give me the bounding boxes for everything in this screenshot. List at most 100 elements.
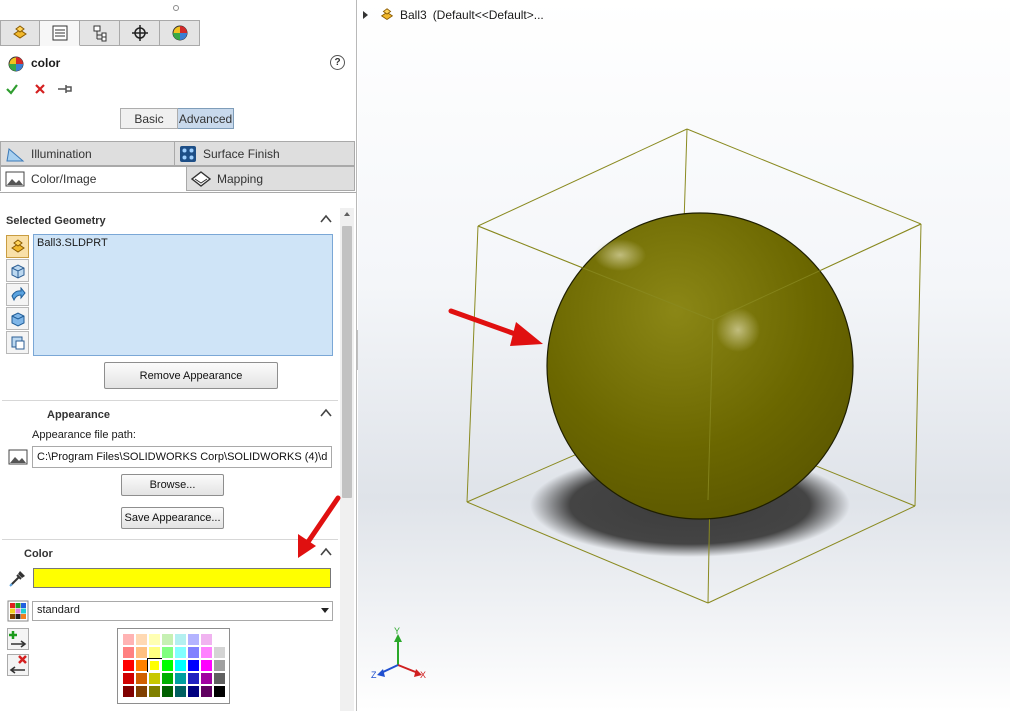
tab-property-manager[interactable] <box>40 20 80 46</box>
color-swatch[interactable] <box>122 646 135 659</box>
cancel-x-icon[interactable] <box>33 82 47 96</box>
color-swatch[interactable] <box>122 672 135 685</box>
component-icon <box>11 336 24 349</box>
color-swatch[interactable] <box>174 659 187 672</box>
color-swatch[interactable] <box>213 646 226 659</box>
tab-feature-manager[interactable] <box>0 20 40 46</box>
annotation-arrow <box>298 495 341 558</box>
select-component-button[interactable] <box>6 331 29 354</box>
color-swatch[interactable] <box>135 672 148 685</box>
ok-check-icon[interactable] <box>5 82 19 96</box>
list-item[interactable]: Ball3.SLDPRT <box>37 237 329 249</box>
browse-button[interactable]: Browse... <box>121 474 224 496</box>
pushpin-icon[interactable] <box>57 82 73 96</box>
color-swatch[interactable] <box>187 685 200 698</box>
tab-configuration-manager[interactable] <box>80 20 120 46</box>
color-swatch[interactable] <box>187 646 200 659</box>
color-swatch[interactable] <box>200 659 213 672</box>
color-swatch[interactable] <box>161 672 174 685</box>
appearance-header: Appearance <box>47 409 110 421</box>
subtab-row-1: Illumination Surface Finish <box>0 141 356 166</box>
scroll-thumb[interactable] <box>342 226 352 498</box>
current-color-swatch[interactable] <box>33 568 331 588</box>
save-appearance-button[interactable]: Save Appearance... <box>121 507 224 529</box>
graphics-viewport[interactable]: Ball3 (Default<<Default>... Y X Z <box>358 0 1010 711</box>
color-palette-dropdown[interactable]: standard <box>32 601 333 621</box>
tab-dim-xpert-manager[interactable] <box>120 20 160 46</box>
chevron-down-icon <box>321 608 329 613</box>
part-icon <box>13 25 27 39</box>
color-swatch[interactable] <box>122 685 135 698</box>
basic-advanced-toggle: Basic Advanced <box>120 108 234 129</box>
color-swatch[interactable] <box>135 685 148 698</box>
color-swatch[interactable] <box>187 659 200 672</box>
illumination-icon <box>6 147 25 161</box>
select-feature-button[interactable] <box>6 283 29 306</box>
scroll-up-arrow-icon[interactable] <box>344 212 350 216</box>
color-swatch[interactable] <box>161 659 174 672</box>
color-swatch-grid <box>117 628 230 704</box>
color-swatch[interactable] <box>148 633 161 646</box>
color-swatch[interactable] <box>200 672 213 685</box>
color-swatch[interactable] <box>174 646 187 659</box>
color-palette-icon[interactable] <box>7 600 29 622</box>
tab-illumination[interactable]: Illumination <box>0 141 175 166</box>
remove-appearance-button[interactable]: Remove Appearance <box>104 362 278 389</box>
color-swatch[interactable] <box>135 646 148 659</box>
color-swatch[interactable] <box>174 672 187 685</box>
color-swatch[interactable] <box>187 672 200 685</box>
select-part-button[interactable] <box>6 235 29 258</box>
panel-grip-handle[interactable] <box>173 5 179 11</box>
color-swatch[interactable] <box>213 685 226 698</box>
appearance-path-label: Appearance file path: <box>32 429 136 441</box>
color-swatch[interactable] <box>213 633 226 646</box>
tab-surface-finish[interactable]: Surface Finish <box>174 141 355 166</box>
color-swatch[interactable] <box>213 659 226 672</box>
help-icon[interactable]: ? <box>330 55 345 70</box>
configuration-icon <box>93 25 106 42</box>
ball-highlight <box>594 239 646 271</box>
select-face-button[interactable] <box>6 307 29 330</box>
color-swatch[interactable] <box>161 646 174 659</box>
color-swatch[interactable] <box>122 633 135 646</box>
triad-z-label: Z <box>371 670 377 680</box>
eyedropper-icon[interactable] <box>8 568 28 588</box>
color-swatch[interactable] <box>200 685 213 698</box>
color-swatch[interactable] <box>135 633 148 646</box>
color-swatch[interactable] <box>161 633 174 646</box>
selected-geometry-list[interactable]: Ball3.SLDPRT <box>33 234 333 356</box>
group-divider <box>2 400 338 401</box>
model-scene: Y X Z <box>371 128 922 680</box>
color-swatch[interactable] <box>148 646 161 659</box>
panel-scrollbar[interactable] <box>340 208 354 711</box>
collapse-chevron-icon[interactable] <box>320 408 332 418</box>
color-swatch[interactable] <box>200 633 213 646</box>
appearance-path-field[interactable] <box>32 446 332 468</box>
color-swatch[interactable] <box>213 672 226 685</box>
tab-color-image[interactable]: Color/Image <box>0 166 187 191</box>
remove-swatch-icon[interactable] <box>7 654 29 676</box>
basic-mode-button[interactable]: Basic <box>120 108 178 129</box>
ball-sphere[interactable] <box>546 212 854 520</box>
color-swatch[interactable] <box>147 658 162 673</box>
image-file-icon <box>8 449 28 465</box>
select-body-button[interactable] <box>6 259 29 282</box>
collapse-chevron-icon[interactable] <box>320 214 332 224</box>
tab-mapping[interactable]: Mapping <box>186 166 355 191</box>
color-swatch[interactable] <box>148 685 161 698</box>
color-swatch[interactable] <box>187 633 200 646</box>
color-swatch[interactable] <box>174 685 187 698</box>
group-divider <box>2 539 338 540</box>
color-swatch[interactable] <box>200 646 213 659</box>
feature-icon <box>10 286 26 301</box>
color-swatch[interactable] <box>148 672 161 685</box>
tab-illumination-label: Illumination <box>31 146 92 161</box>
color-swatch[interactable] <box>135 659 148 672</box>
add-swatch-icon[interactable] <box>7 628 29 650</box>
color-swatch[interactable] <box>161 685 174 698</box>
tab-display-manager[interactable] <box>160 20 200 46</box>
advanced-mode-button[interactable]: Advanced <box>178 108 234 129</box>
color-swatch[interactable] <box>174 633 187 646</box>
color-swatch[interactable] <box>122 659 135 672</box>
panel-content-top <box>0 192 356 206</box>
